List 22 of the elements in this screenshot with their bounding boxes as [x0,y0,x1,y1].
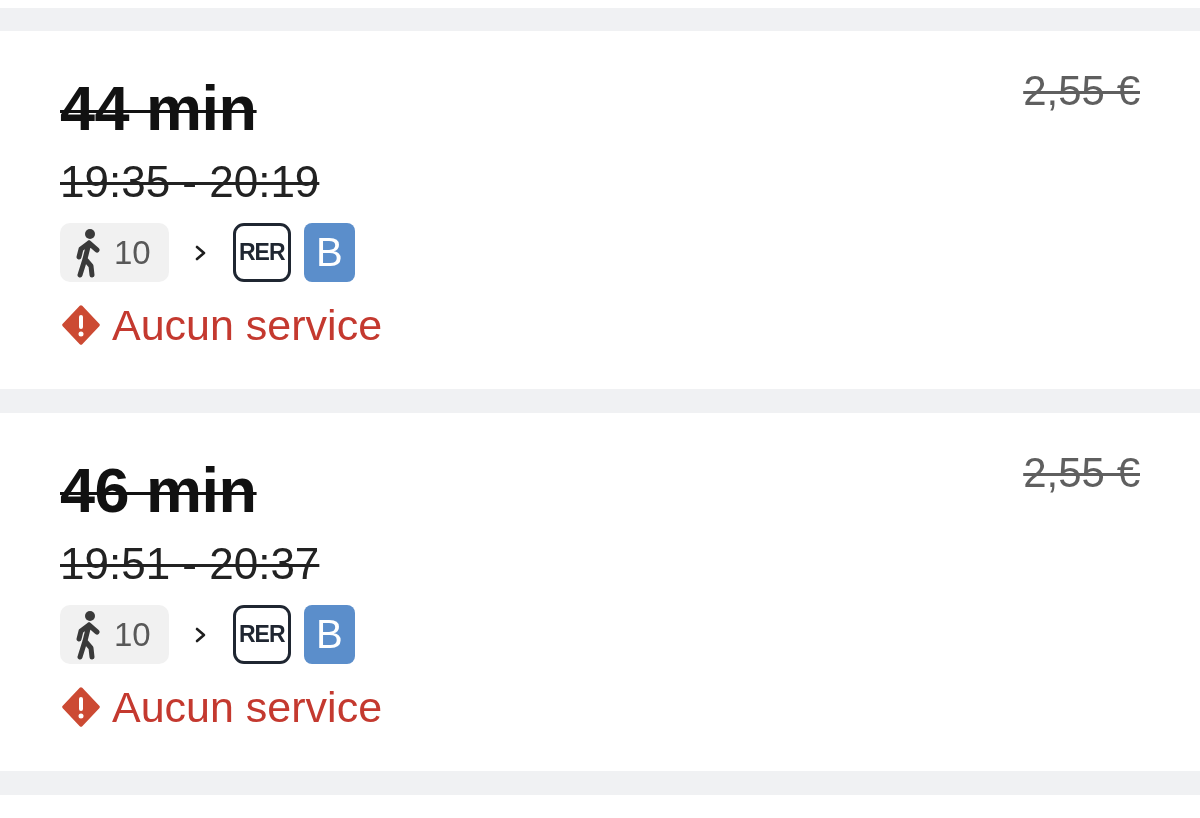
journey-card[interactable]: 44 min 19:35 - 20:19 2,55 € 10 RER B Aucun service [0,31,1200,389]
time-range-text: 19:51 - 20:37 [60,539,320,588]
price-text: 2,55 € [1023,67,1140,114]
time-range-text: 19:35 - 20:19 [60,157,320,206]
chevron-icon [194,244,206,261]
alert-text: Aucun service [112,301,383,349]
transit-mode-badge: RER [232,223,291,282]
price-text: 2,55 € [1023,449,1140,496]
duration-text: 44 min [60,73,258,143]
walking-person-icon [74,609,102,660]
warning-icon [62,687,100,727]
chevron-icon [194,626,206,643]
line-badge: B [303,223,355,282]
walk-minutes-text: 10 [114,233,151,272]
transit-mode-badge: RER [232,605,291,664]
duration-text: 46 min [60,455,258,525]
journey-card[interactable]: 46 min 19:51 - 20:37 2,55 € 10 RER B Aucun service [0,413,1200,771]
warning-icon [62,305,100,345]
line-badge: B [303,605,355,664]
walk-minutes-text: 10 [114,615,151,654]
walking-person-icon [74,227,102,278]
alert-text: Aucun service [112,683,383,731]
